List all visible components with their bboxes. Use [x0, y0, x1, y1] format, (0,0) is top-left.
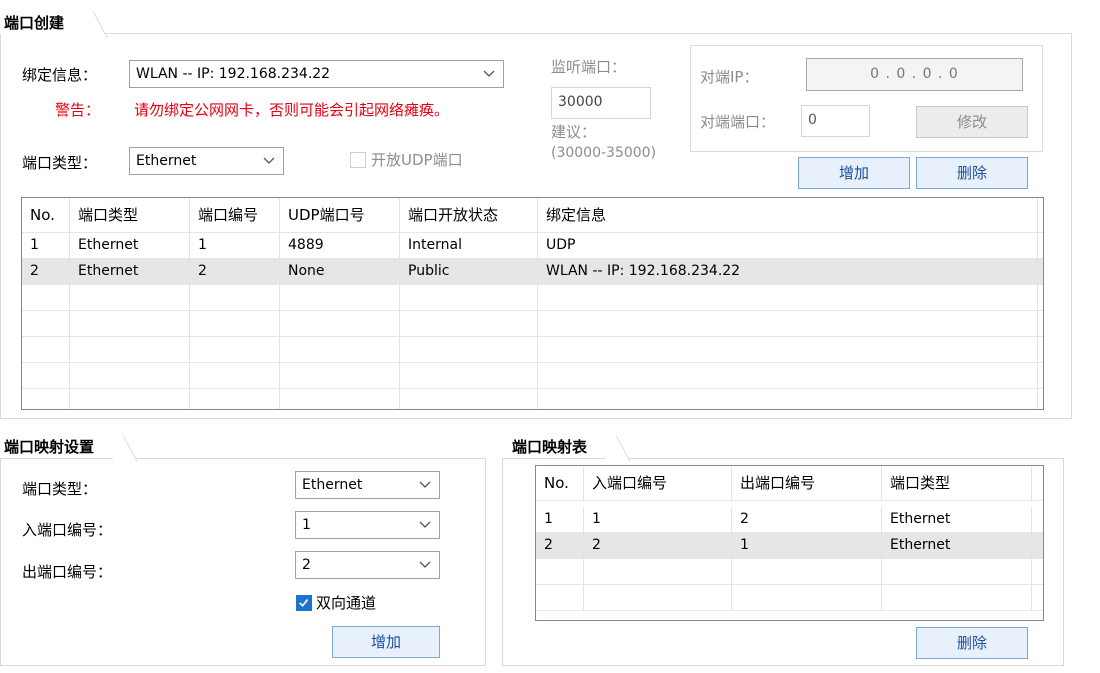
table-cell: 1	[732, 533, 882, 558]
bidirectional-checkbox[interactable]	[296, 595, 312, 611]
in-port-value: 1	[302, 517, 311, 533]
table-cell: Public	[400, 259, 538, 284]
out-port-select[interactable]: 2	[295, 551, 440, 579]
delete-port-button[interactable]: 删除	[916, 157, 1028, 189]
table-cell: 2	[732, 507, 882, 532]
add-mapping-button[interactable]: 增加	[332, 626, 440, 658]
peer-port-input[interactable]: 0	[801, 105, 870, 137]
warning-label: 警告：	[55, 101, 101, 119]
port-type-select[interactable]: Ethernet	[129, 147, 284, 175]
table-row[interactable]: 2 Ethernet 2 None Public WLAN -- IP: 192…	[22, 259, 1043, 285]
chevron-down-icon	[419, 561, 431, 568]
table-cell: UDP	[538, 233, 1038, 258]
table-row[interactable]: 1 1 2 Ethernet	[536, 507, 1043, 533]
table-cell: Ethernet	[70, 259, 190, 284]
in-port-select[interactable]: 1	[295, 511, 440, 539]
checkmark-icon	[299, 598, 309, 607]
listen-port-input[interactable]: 30000	[551, 87, 651, 119]
empty-row	[22, 285, 1043, 311]
table-cell: 1	[536, 507, 584, 532]
mapping-port-type-select[interactable]: Ethernet	[295, 471, 440, 499]
empty-row	[22, 311, 1043, 337]
column-header[interactable]: 端口编号	[190, 198, 280, 232]
table-header: No. 入端口编号 出端口编号 端口类型	[536, 466, 1043, 501]
bidirectional-label: 双向通道	[316, 594, 377, 612]
table-cell: 2	[190, 259, 280, 284]
mapping-table[interactable]: No. 入端口编号 出端口编号 端口类型 1 1 2 Ethernet 2 2 …	[535, 465, 1044, 621]
table-cell: Ethernet	[882, 533, 1032, 558]
port-type-label: 端口类型：	[22, 154, 98, 172]
column-header[interactable]: 端口类型	[882, 466, 1032, 500]
table-header: No. 端口类型 端口编号 UDP端口号 端口开放状态 绑定信息	[22, 198, 1043, 233]
table-cell: 2	[584, 533, 732, 558]
table-cell: 2	[22, 259, 70, 284]
column-header[interactable]: 端口开放状态	[400, 198, 538, 232]
port-type-value: Ethernet	[136, 153, 197, 169]
out-port-label: 出端口编号：	[22, 563, 113, 581]
table-cell: 1	[584, 507, 732, 532]
column-header[interactable]: 绑定信息	[538, 198, 1038, 232]
empty-row	[22, 389, 1043, 409]
mapping-port-type-value: Ethernet	[302, 477, 363, 493]
table-cell: 4889	[280, 233, 400, 258]
empty-row	[22, 337, 1043, 363]
bind-info-select[interactable]: WLAN -- IP: 192.168.234.22	[129, 60, 504, 88]
column-header[interactable]: No.	[22, 198, 70, 232]
listen-port-label: 监听端口：	[551, 58, 627, 76]
table-cell: 1	[190, 233, 280, 258]
table-cell: Internal	[400, 233, 538, 258]
empty-row	[536, 559, 1043, 585]
peer-ip-input[interactable]: 0 . 0 . 0 . 0	[806, 58, 1023, 91]
column-header[interactable]: No.	[536, 466, 584, 500]
column-header[interactable]: 入端口编号	[584, 466, 732, 500]
suggest-label: 建议：	[551, 123, 597, 141]
table-cell: 1	[22, 233, 70, 258]
warning-text: 请勿绑定公网网卡，否则可能会引起网络瘫痪。	[134, 101, 450, 119]
add-port-button[interactable]: 增加	[798, 157, 910, 189]
table-cell: Ethernet	[882, 507, 1032, 532]
peer-port-label: 对端端口：	[700, 113, 776, 131]
table-cell: 2	[536, 533, 584, 558]
out-port-value: 2	[302, 557, 311, 573]
bind-info-value: WLAN -- IP: 192.168.234.22	[136, 66, 331, 82]
delete-mapping-button[interactable]: 删除	[916, 627, 1028, 659]
open-udp-label: 开放UDP端口	[371, 151, 463, 169]
empty-row	[536, 585, 1043, 611]
mapping-table-tab: 端口映射表	[508, 436, 606, 458]
peer-ip-label: 对端IP：	[700, 68, 759, 86]
table-cell: Ethernet	[70, 233, 190, 258]
bind-info-label: 绑定信息：	[22, 66, 98, 84]
column-header[interactable]: UDP端口号	[280, 198, 400, 232]
port-create-tab: 端口创建	[0, 12, 83, 34]
modify-button[interactable]: 修改	[916, 106, 1028, 138]
table-row[interactable]: 2 2 1 Ethernet	[536, 533, 1043, 559]
table-cell: WLAN -- IP: 192.168.234.22	[538, 259, 1038, 284]
suggest-range: (30000-35000)	[551, 145, 657, 161]
chevron-down-icon	[263, 157, 275, 164]
column-header[interactable]: 端口类型	[70, 198, 190, 232]
port-table[interactable]: No. 端口类型 端口编号 UDP端口号 端口开放状态 绑定信息 1 Ether…	[21, 197, 1044, 410]
empty-row	[22, 363, 1043, 389]
chevron-down-icon	[419, 481, 431, 488]
in-port-label: 入端口编号：	[22, 521, 113, 539]
mapping-settings-tab: 端口映射设置	[0, 436, 113, 458]
column-header[interactable]: 出端口编号	[732, 466, 882, 500]
table-cell: None	[280, 259, 400, 284]
table-row[interactable]: 1 Ethernet 1 4889 Internal UDP	[22, 233, 1043, 259]
open-udp-checkbox[interactable]	[350, 152, 366, 168]
chevron-down-icon	[483, 70, 495, 77]
mapping-port-type-label: 端口类型：	[22, 480, 98, 498]
chevron-down-icon	[419, 521, 431, 528]
